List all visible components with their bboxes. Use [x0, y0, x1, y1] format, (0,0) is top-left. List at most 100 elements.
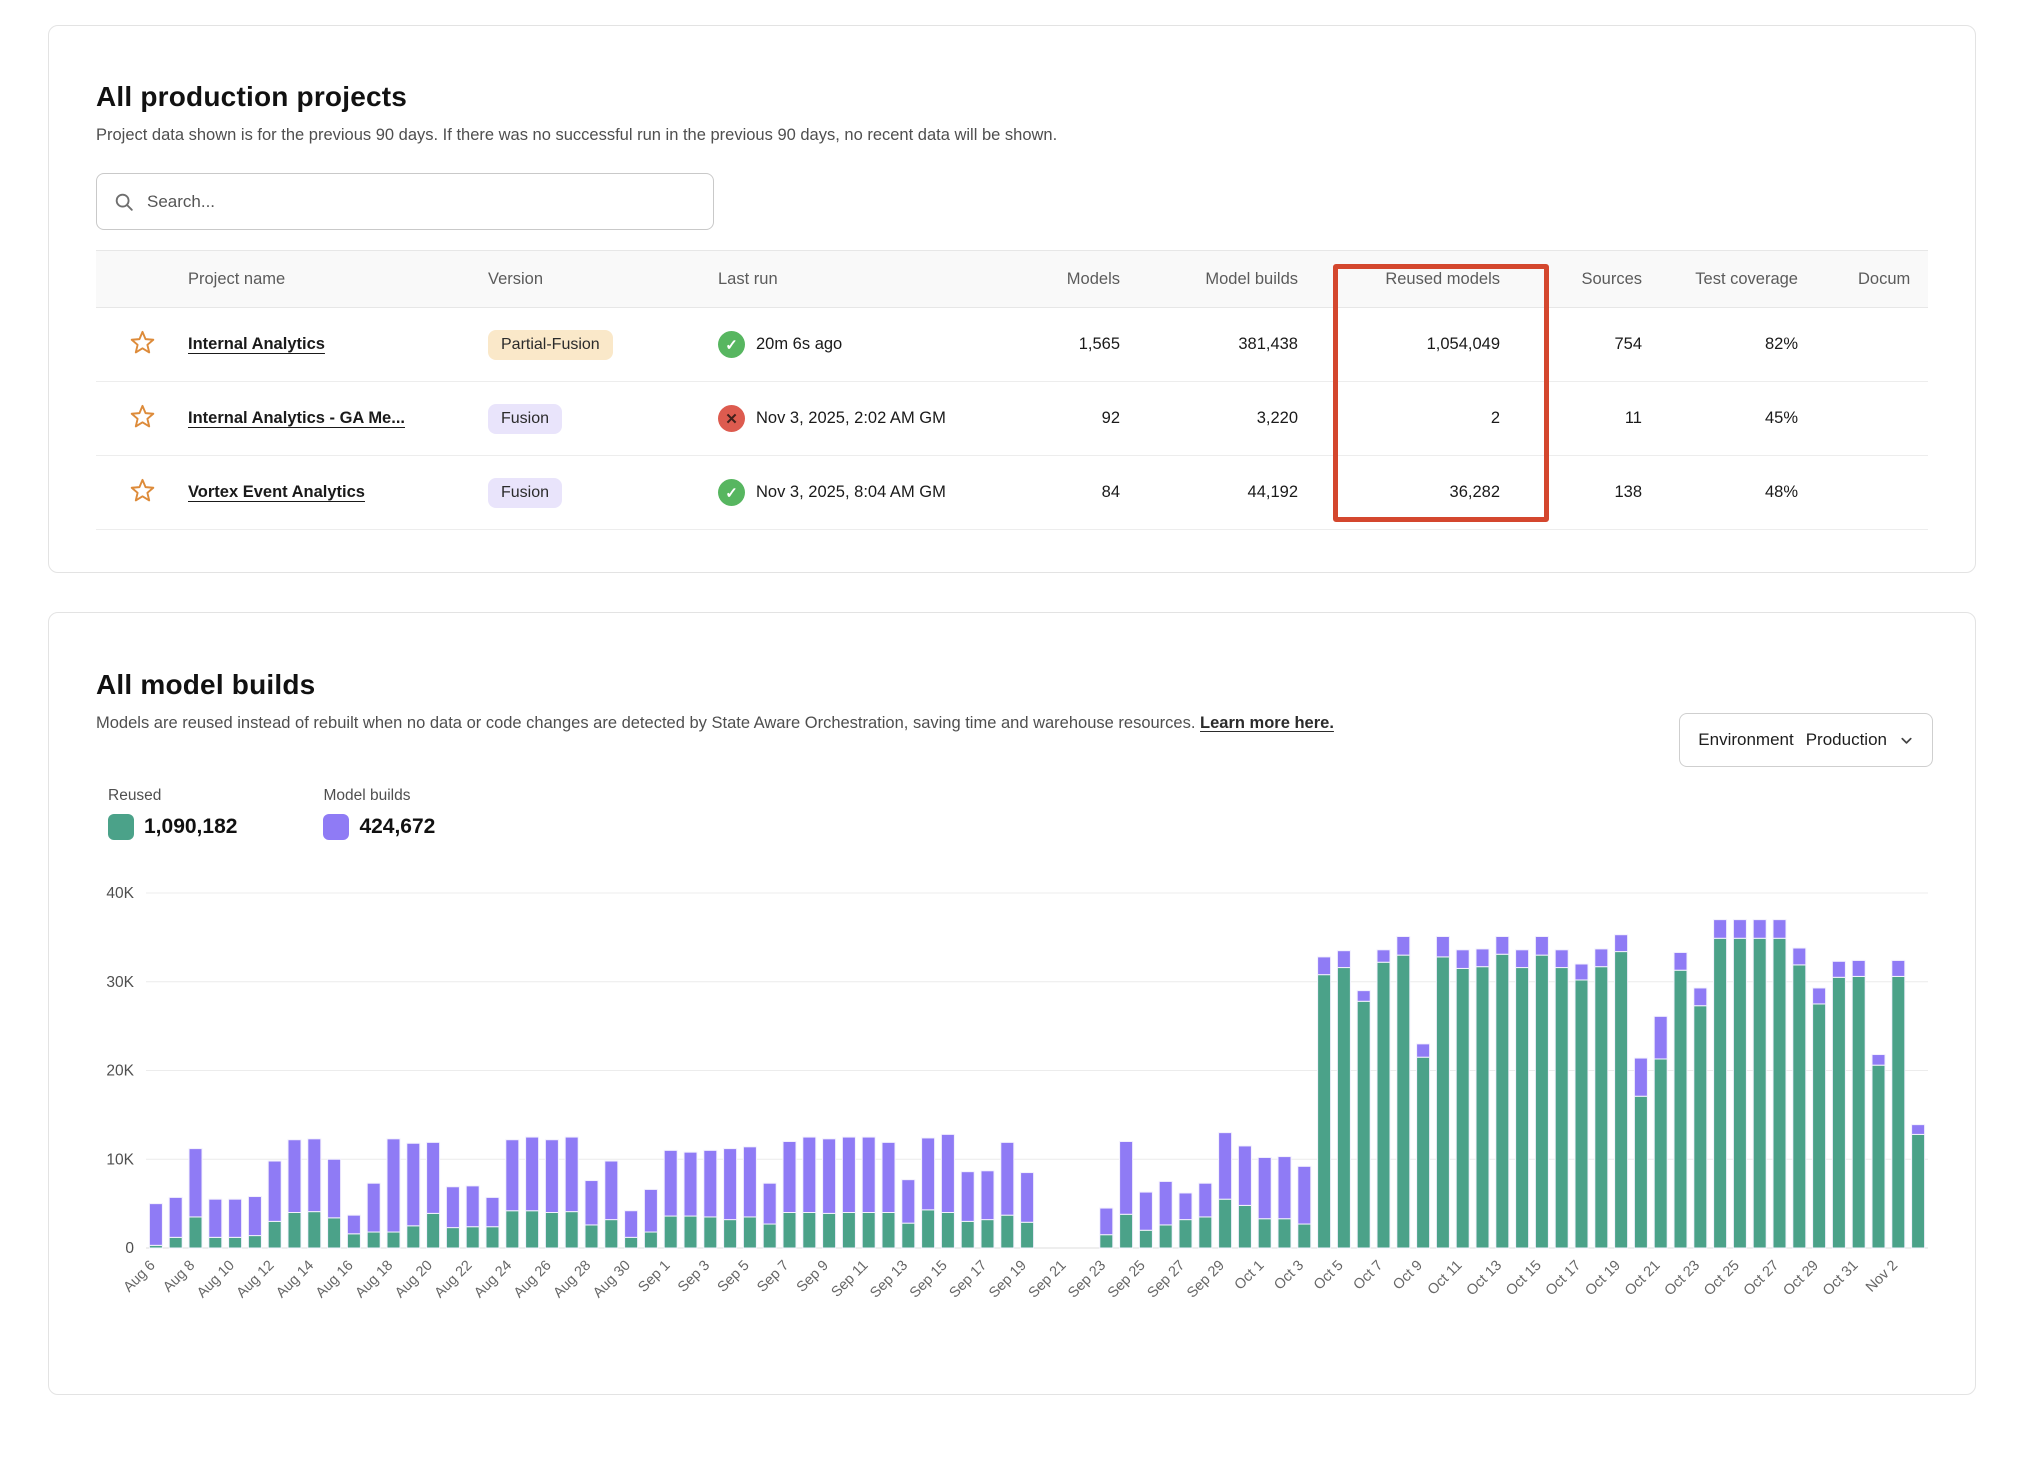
- bar-reused-segment: [1912, 1134, 1925, 1248]
- project-link[interactable]: Internal Analytics: [188, 335, 325, 353]
- bar-reused-segment: [526, 1211, 539, 1248]
- learn-more-link[interactable]: Learn more here.: [1200, 714, 1334, 732]
- bar-builds-segment: [1773, 920, 1786, 939]
- bar-builds-segment: [684, 1152, 697, 1216]
- bar-builds-segment: [1159, 1181, 1172, 1224]
- x-axis-tick-label: Sep 29: [1184, 1258, 1228, 1302]
- favorite-star-icon[interactable]: [129, 403, 156, 430]
- project-link[interactable]: Vortex Event Analytics: [188, 483, 365, 501]
- legend-label: Reused: [108, 787, 237, 805]
- bar-reused-segment: [1298, 1224, 1311, 1248]
- search-input[interactable]: [147, 192, 697, 212]
- col-header-sources: Sources: [1528, 251, 1670, 308]
- bar-builds-segment: [1912, 1125, 1925, 1135]
- bar-reused-segment: [1258, 1219, 1271, 1248]
- test-coverage-value: 48%: [1670, 456, 1858, 530]
- bar-builds-segment: [902, 1180, 915, 1223]
- y-axis-tick-label: 10K: [106, 1151, 134, 1168]
- bar-builds-segment: [229, 1199, 242, 1237]
- project-search-box[interactable]: [96, 173, 714, 230]
- legend-value: 424,672: [359, 815, 435, 839]
- bar-builds-segment: [446, 1187, 459, 1228]
- x-axis-tick-label: Sep 9: [794, 1258, 832, 1296]
- environment-dropdown[interactable]: Environment Production: [1679, 713, 1933, 767]
- bar-reused-segment: [1021, 1222, 1034, 1248]
- x-axis-tick-label: Sep 25: [1105, 1258, 1149, 1302]
- y-axis-tick-label: 20K: [106, 1063, 134, 1080]
- reused-swatch: [108, 814, 134, 840]
- bar-builds-segment: [1238, 1146, 1251, 1205]
- builds-card-title: All model builds: [96, 669, 1933, 701]
- bar-reused-segment: [664, 1216, 677, 1248]
- bar-reused-segment: [823, 1213, 836, 1248]
- bar-reused-segment: [268, 1221, 281, 1248]
- bar-reused-segment: [1852, 976, 1865, 1248]
- table-row[interactable]: Internal Analytics - GA Me... Fusion ✕ N…: [96, 382, 1928, 456]
- bar-builds-segment: [1674, 952, 1687, 970]
- bar-reused-segment: [248, 1236, 261, 1248]
- bar-builds-segment: [1397, 936, 1410, 955]
- bar-builds-segment: [1298, 1166, 1311, 1224]
- bar-reused-segment: [486, 1227, 499, 1248]
- bar-reused-segment: [1793, 965, 1806, 1248]
- x-axis-tick-label: Aug 6: [121, 1258, 159, 1296]
- bar-builds-segment: [189, 1149, 202, 1217]
- y-axis-tick-label: 0: [125, 1240, 134, 1257]
- bar-reused-segment: [882, 1213, 895, 1249]
- bar-reused-segment: [1872, 1065, 1885, 1248]
- bar-builds-segment: [981, 1171, 994, 1220]
- bar-builds-segment: [803, 1137, 816, 1212]
- bar-reused-segment: [1733, 938, 1746, 1248]
- last-run-time: 20m 6s ago: [756, 335, 842, 354]
- bar-reused-segment: [1120, 1214, 1133, 1248]
- table-row[interactable]: Internal Analytics Partial-Fusion ✓ 20m …: [96, 308, 1928, 382]
- models-count: 1,565: [1018, 308, 1148, 382]
- favorite-star-icon[interactable]: [129, 329, 156, 356]
- bar-builds-segment: [248, 1197, 261, 1236]
- x-axis-tick-label: Oct 17: [1543, 1258, 1585, 1300]
- bar-builds-segment: [1456, 950, 1469, 969]
- bar-builds-segment: [545, 1140, 558, 1213]
- bar-builds-segment: [288, 1140, 301, 1213]
- bar-builds-segment: [1852, 960, 1865, 976]
- favorite-star-icon[interactable]: [129, 477, 156, 504]
- bar-builds-segment: [783, 1142, 796, 1213]
- sources-count: 138: [1528, 456, 1670, 530]
- bar-reused-segment: [229, 1237, 242, 1248]
- bar-reused-segment: [1813, 1004, 1826, 1248]
- model-builds-stacked-bar-chart[interactable]: 010K20K30K40KAug 6Aug 8Aug 10Aug 12Aug 1…: [96, 862, 1933, 1359]
- table-row[interactable]: Vortex Event Analytics Fusion ✓ Nov 3, 2…: [96, 456, 1928, 530]
- bar-reused-segment: [347, 1234, 360, 1248]
- test-coverage-value: 82%: [1670, 308, 1858, 382]
- bar-reused-segment: [1832, 977, 1845, 1248]
- x-axis-tick-label: Oct 13: [1464, 1258, 1506, 1300]
- bar-reused-segment: [1555, 968, 1568, 1248]
- bar-reused-segment: [644, 1232, 657, 1248]
- bar-reused-segment: [902, 1223, 915, 1248]
- bar-builds-segment: [1001, 1142, 1014, 1215]
- bar-builds-segment: [1417, 1044, 1430, 1057]
- bar-reused-segment: [1773, 938, 1786, 1248]
- bar-reused-segment: [1575, 980, 1588, 1248]
- bar-reused-segment: [1476, 967, 1489, 1248]
- bar-builds-segment: [882, 1142, 895, 1212]
- col-header-last-run: Last run: [718, 251, 1018, 308]
- bar-reused-segment: [1694, 1006, 1707, 1248]
- project-link[interactable]: Internal Analytics - GA Me...: [188, 409, 405, 427]
- bar-builds-segment: [941, 1134, 954, 1212]
- bar-builds-segment: [743, 1147, 756, 1217]
- x-axis-tick-label: Oct 19: [1582, 1258, 1624, 1300]
- environment-label: Environment: [1698, 730, 1793, 750]
- x-axis-tick-label: Oct 1: [1232, 1258, 1268, 1294]
- bar-builds-segment: [1120, 1142, 1133, 1215]
- bar-reused-segment: [625, 1237, 638, 1248]
- run-success-icon: ✓: [718, 331, 745, 358]
- x-axis-tick-label: Oct 5: [1311, 1258, 1347, 1294]
- sources-count: 754: [1528, 308, 1670, 382]
- bar-reused-segment: [1595, 967, 1608, 1248]
- x-axis-tick-label: Sep 27: [1145, 1258, 1189, 1302]
- builds-description-text: Models are reused instead of rebuilt whe…: [96, 714, 1195, 732]
- bar-builds-segment: [1436, 936, 1449, 956]
- model-builds-count: 381,438: [1148, 308, 1326, 382]
- bar-builds-segment: [1555, 950, 1568, 968]
